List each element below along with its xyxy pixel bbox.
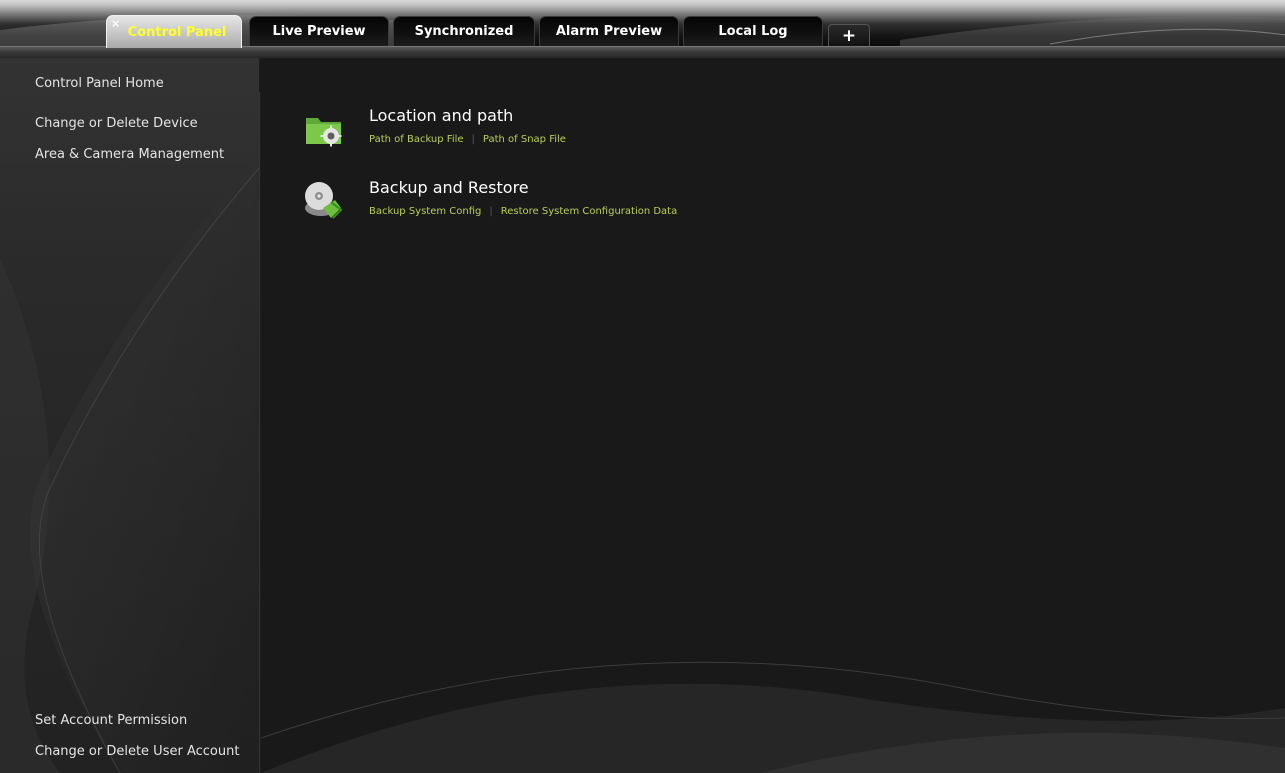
section-title[interactable]: Location and path <box>369 106 513 125</box>
app-window: × Control Panel Live Preview Synchronize… <box>0 0 1285 773</box>
main-content: Location and path Path of Backup File | Pa… <box>261 58 1285 773</box>
link-path-of-backup-file[interactable]: Path of Backup File <box>369 134 464 145</box>
folder-gear-icon[interactable] <box>303 108 347 152</box>
plus-icon: + <box>841 25 857 46</box>
section-links: Backup System Config | Restore System Conf… <box>369 206 677 217</box>
sidebar-item-change-delete-device[interactable]: Change or Delete Device <box>35 116 198 131</box>
section-links: Path of Backup File | Path of Snap File <box>369 134 566 145</box>
link-path-of-snap-file[interactable]: Path of Snap File <box>483 134 566 145</box>
tab-live-preview[interactable]: Live Preview <box>249 16 389 46</box>
tab-label: Live Preview <box>272 24 366 39</box>
link-separator: | <box>471 134 475 145</box>
background-wave-decoration <box>261 661 1285 773</box>
tab-label: Alarm Preview <box>555 24 663 39</box>
disc-backup-icon[interactable] <box>301 178 345 222</box>
sidebar-item-control-panel-home[interactable]: Control Panel Home <box>35 76 164 91</box>
tab-bar: × Control Panel Live Preview Synchronize… <box>0 0 1285 58</box>
close-icon[interactable]: × <box>111 17 120 30</box>
tab-synchronized[interactable]: Synchronized <box>393 16 535 46</box>
link-backup-system-config[interactable]: Backup System Config <box>369 206 481 217</box>
sidebar: Control Panel Home Change or Delete Devi… <box>0 58 259 773</box>
link-separator: | <box>489 206 493 217</box>
tab-control-panel[interactable]: × Control Panel <box>106 15 242 48</box>
add-tab-button[interactable]: + <box>828 24 870 46</box>
sidebar-item-change-delete-user-account[interactable]: Change or Delete User Account <box>35 744 239 759</box>
sidebar-decoration <box>0 158 259 773</box>
sidebar-item-set-account-permission[interactable]: Set Account Permission <box>35 713 187 728</box>
sidebar-item-area-camera-management[interactable]: Area & Camera Management <box>35 147 224 162</box>
link-restore-system-configuration-data[interactable]: Restore System Configuration Data <box>501 206 677 217</box>
tab-alarm-preview[interactable]: Alarm Preview <box>539 16 679 46</box>
tab-local-log[interactable]: Local Log <box>683 16 823 46</box>
tab-label: Local Log <box>718 24 788 39</box>
section-title[interactable]: Backup and Restore <box>369 178 529 197</box>
tab-label: Control Panel <box>127 24 227 40</box>
tab-label: Synchronized <box>414 24 514 39</box>
